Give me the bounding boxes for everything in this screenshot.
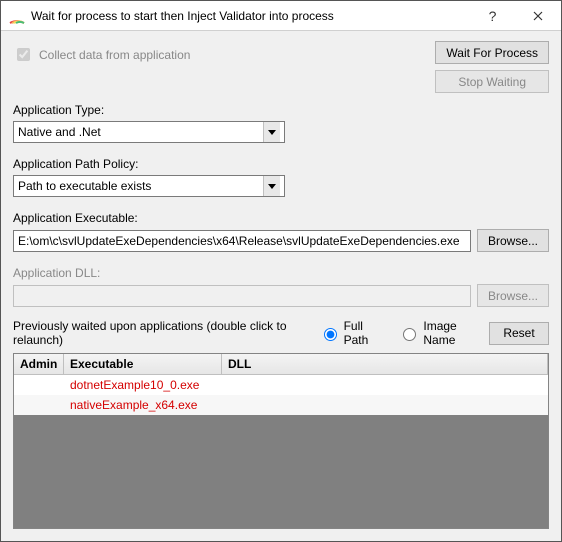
collect-data-checkbox: Collect data from application xyxy=(13,45,190,64)
previous-apps-label: Previously waited upon applications (dou… xyxy=(13,319,305,347)
titlebar: Wait for process to start then Inject Va… xyxy=(1,1,561,31)
close-button[interactable] xyxy=(515,1,561,30)
table-body: dotnetExample10_0.exe nativeExample_x64.e… xyxy=(14,375,548,415)
dialog-content: Collect data from application Wait For P… xyxy=(1,31,561,541)
radio-image-name-label: Image Name xyxy=(423,319,481,347)
cell-executable: dotnetExample10_0.exe xyxy=(64,378,222,392)
radio-full-path[interactable]: Full Path xyxy=(319,319,383,347)
browse-dll-button: Browse... xyxy=(477,284,549,307)
radio-full-path-input[interactable] xyxy=(324,328,337,341)
chevron-down-icon xyxy=(263,122,280,142)
application-type-select[interactable]: Native and .Net xyxy=(13,121,285,143)
radio-image-name[interactable]: Image Name xyxy=(398,319,481,347)
radio-full-path-label: Full Path xyxy=(344,319,383,347)
dll-input xyxy=(13,285,471,307)
executable-input[interactable]: E:\om\c\svlUpdateExeDependencies\x64\Rel… xyxy=(13,230,471,252)
column-dll[interactable]: DLL xyxy=(222,354,548,375)
cell-executable: nativeExample_x64.exe xyxy=(64,398,222,412)
column-executable[interactable]: Executable xyxy=(64,354,222,375)
stop-waiting-button: Stop Waiting xyxy=(435,70,549,93)
executable-label: Application Executable: xyxy=(13,211,549,225)
reset-button[interactable]: Reset xyxy=(489,322,549,345)
collect-data-checkbox-input xyxy=(17,48,30,61)
table-row[interactable]: nativeExample_x64.exe xyxy=(14,395,548,415)
window-title: Wait for process to start then Inject Va… xyxy=(31,9,470,23)
path-policy-select[interactable]: Path to executable exists xyxy=(13,175,285,197)
dll-label: Application DLL: xyxy=(13,266,549,280)
wait-for-process-button[interactable]: Wait For Process xyxy=(435,41,549,64)
browse-executable-button[interactable]: Browse... xyxy=(477,229,549,252)
column-admin[interactable]: Admin xyxy=(14,354,64,375)
path-policy-value: Path to executable exists xyxy=(18,179,151,193)
previous-apps-table: Admin Executable DLL dotnetExample10_0.e… xyxy=(13,353,549,529)
help-button[interactable]: ? xyxy=(470,1,515,30)
application-type-value: Native and .Net xyxy=(18,125,101,139)
path-policy-label: Application Path Policy: xyxy=(13,157,549,171)
table-header: Admin Executable DLL xyxy=(14,354,548,375)
application-type-label: Application Type: xyxy=(13,103,549,117)
table-row[interactable]: dotnetExample10_0.exe xyxy=(14,375,548,395)
chevron-down-icon xyxy=(263,176,280,196)
radio-image-name-input[interactable] xyxy=(403,328,416,341)
collect-data-label: Collect data from application xyxy=(39,48,190,62)
app-icon xyxy=(9,8,25,24)
